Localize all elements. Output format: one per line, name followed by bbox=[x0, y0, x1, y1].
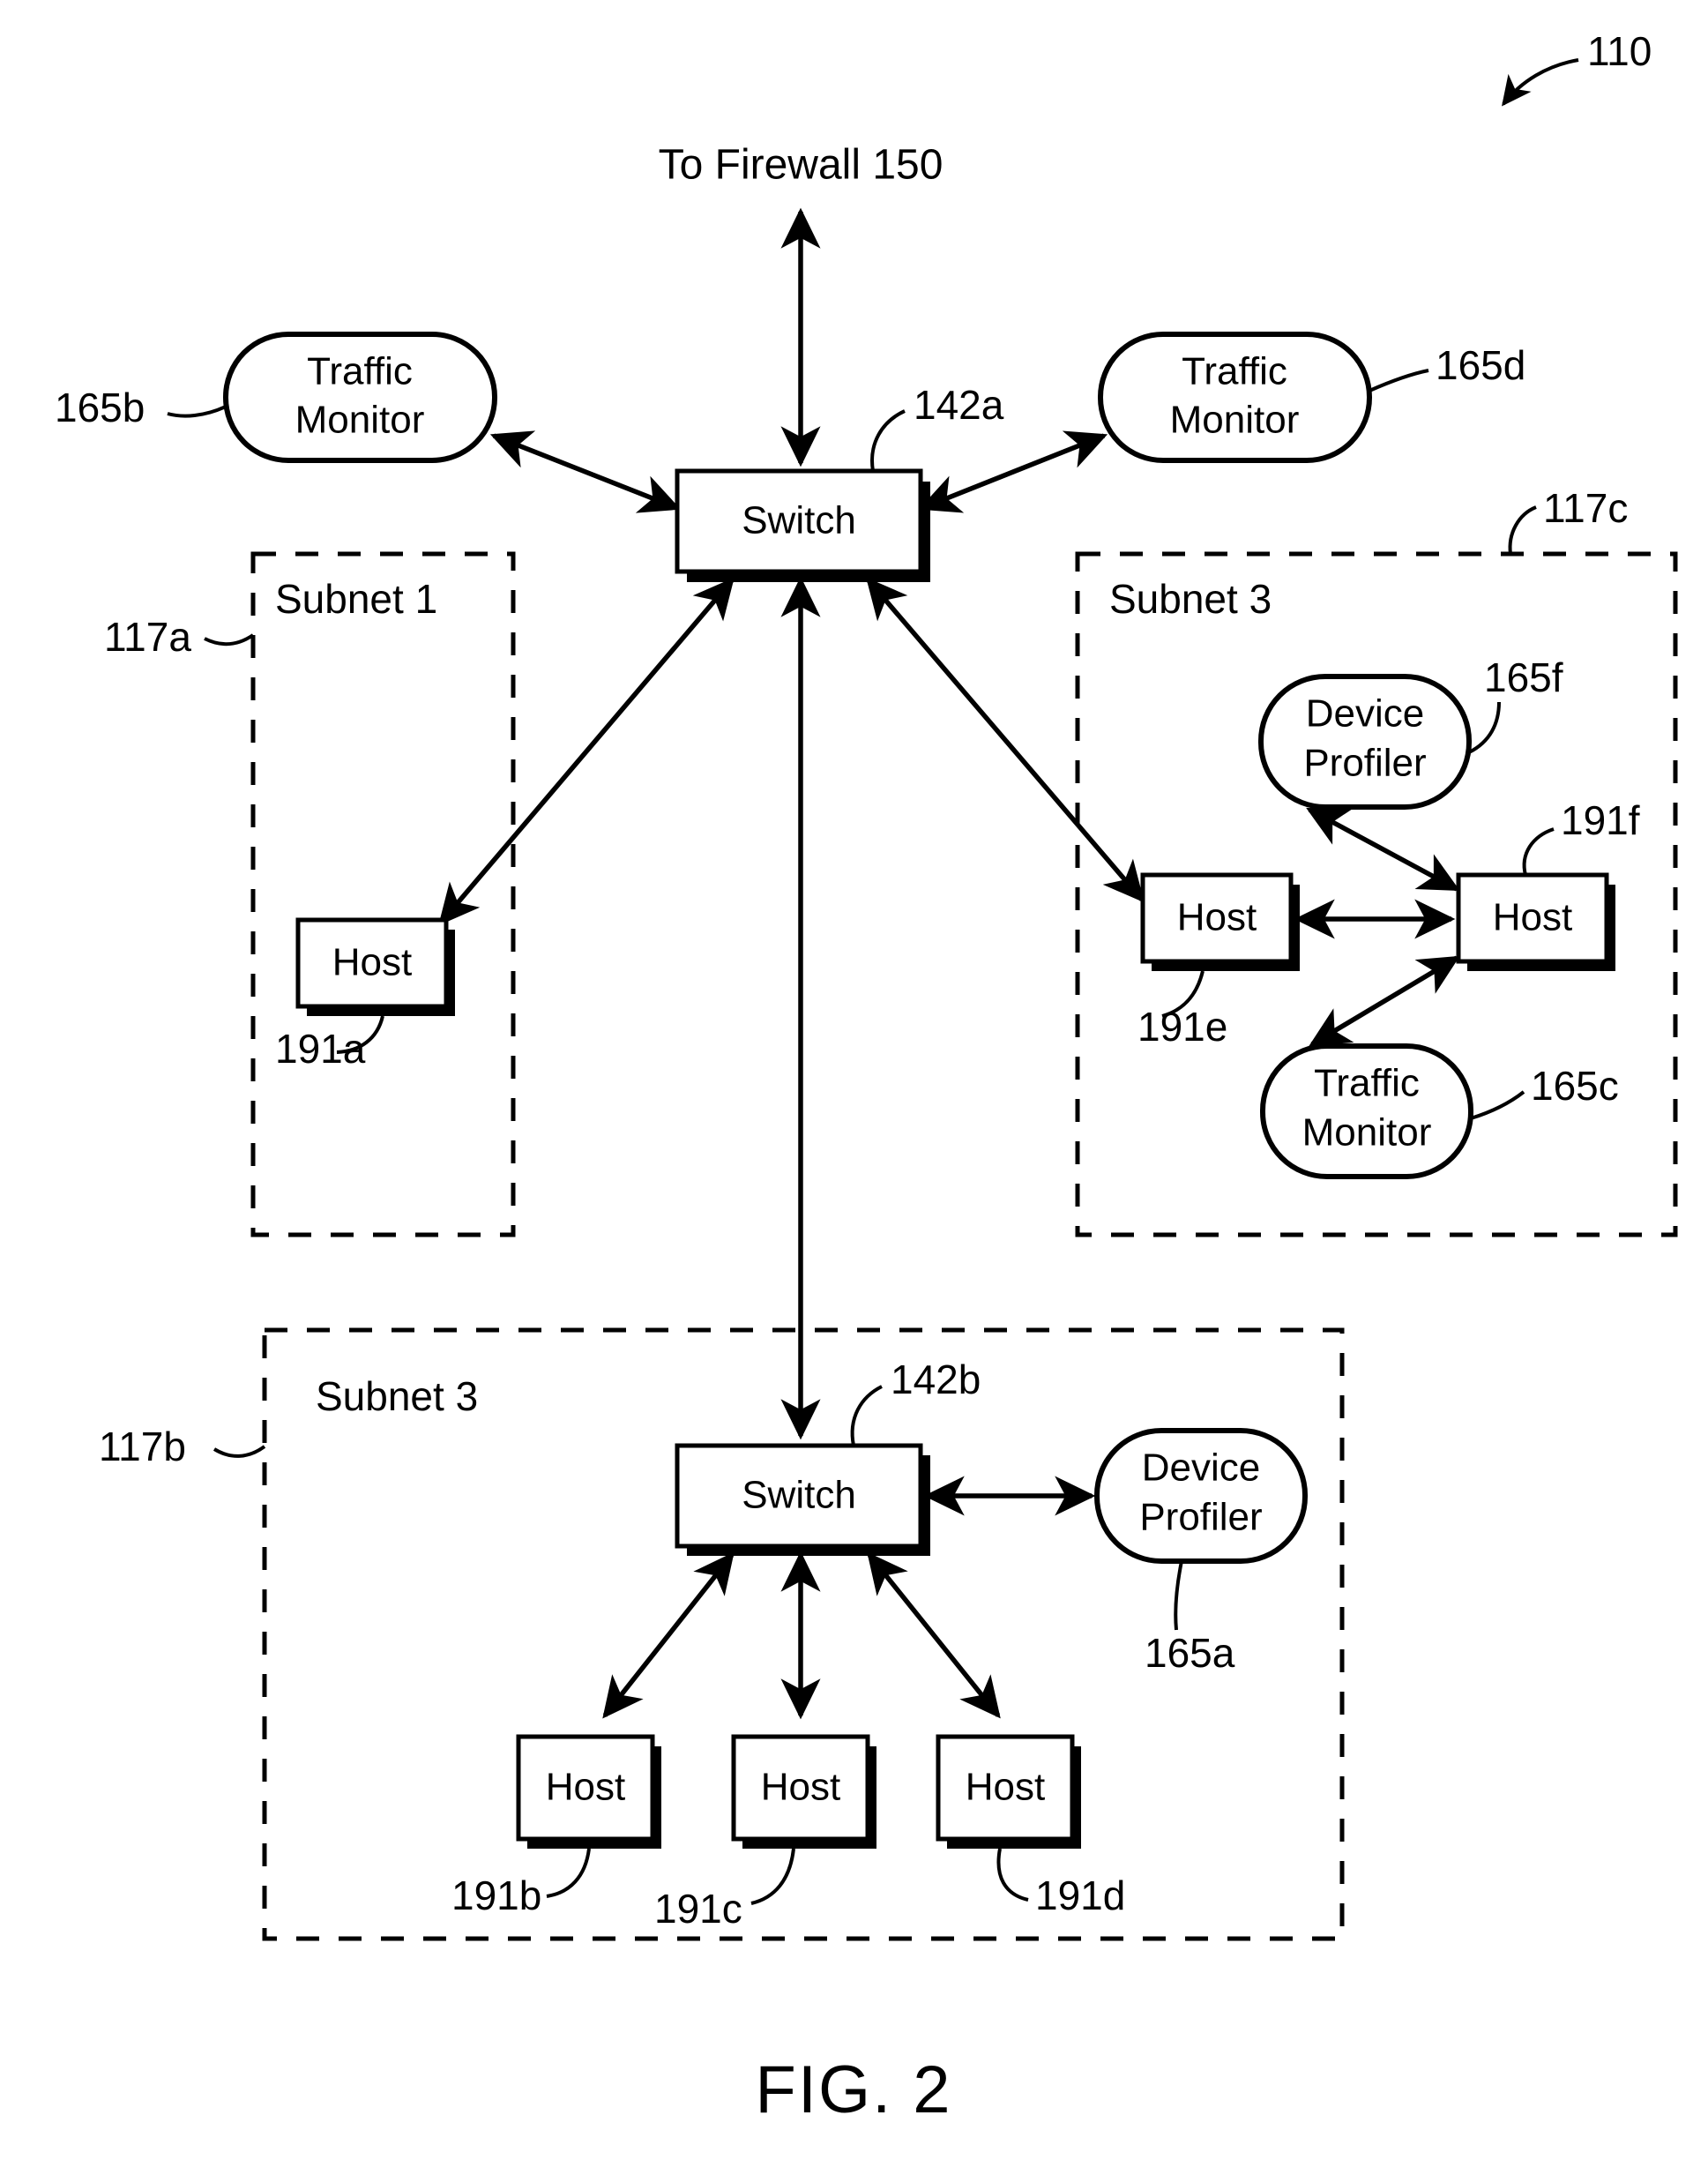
traffic-monitor-d-node[interactable]: Traffic Monitor 165d bbox=[1098, 332, 1525, 463]
device-profiler-a-label-line1: Device bbox=[1142, 1446, 1261, 1490]
switch-b-node[interactable]: Switch 142b bbox=[675, 1357, 981, 1556]
device-profiler-a-node[interactable]: Device Profiler 165a bbox=[1094, 1428, 1308, 1676]
host-c-label: Host bbox=[761, 1766, 840, 1809]
traffic-monitor-c-ref-leader bbox=[1470, 1090, 1525, 1120]
connector-switch-a-to-traffic-monitor-b bbox=[489, 430, 682, 513]
traffic-monitor-b-node[interactable]: Traffic Monitor 165b bbox=[55, 332, 497, 463]
host-f-ref-leader bbox=[1522, 827, 1555, 876]
subnet-right-ref: 117c bbox=[1543, 485, 1628, 531]
host-e-ref: 191e bbox=[1137, 1004, 1227, 1050]
traffic-monitor-c-ref: 165c bbox=[1531, 1063, 1619, 1109]
host-c-ref-leader bbox=[750, 1848, 795, 1905]
switch-a-label: Switch bbox=[742, 499, 856, 542]
host-a-ref: 191a bbox=[275, 1026, 366, 1072]
connector-switch-a-to-traffic-monitor-d bbox=[918, 430, 1108, 513]
subnet-bottom-title: Subnet 3 bbox=[316, 1373, 478, 1419]
switch-b-ref: 142b bbox=[891, 1357, 981, 1402]
traffic-monitor-c-label-line1: Traffic bbox=[1314, 1062, 1420, 1105]
traffic-monitor-c-label-line2: Monitor bbox=[1302, 1111, 1432, 1155]
host-e-node[interactable]: Host 191e bbox=[1137, 872, 1300, 1050]
traffic-monitor-b-ref: 165b bbox=[55, 385, 145, 430]
to-firewall-label: To Firewall 150 bbox=[659, 142, 944, 189]
subnet-left-ref-leader bbox=[204, 633, 255, 647]
device-profiler-f-ref: 165f bbox=[1484, 654, 1563, 700]
subnet-bottom-ref-leader bbox=[213, 1445, 266, 1458]
connector-traffic-monitor-c-to-host-f bbox=[1309, 955, 1460, 1047]
figure-caption: FIG. 2 bbox=[755, 2052, 951, 2127]
switch-b-ref-leader bbox=[850, 1385, 883, 1446]
host-d-ref-leader bbox=[996, 1848, 1029, 1902]
patent-figure: 110 To Firewall 150 Subnet 1 117a Subnet… bbox=[0, 0, 1708, 2175]
traffic-monitor-b-label-line2: Monitor bbox=[295, 399, 425, 442]
subnet-left-title: Subnet 1 bbox=[275, 576, 437, 622]
host-f-ref: 191f bbox=[1561, 797, 1640, 843]
connector-device-profiler-f-to-host-f bbox=[1306, 807, 1460, 892]
device-profiler-f-ref-leader bbox=[1468, 701, 1501, 754]
system-reference-callout: 110 bbox=[1502, 28, 1652, 107]
host-d-label: Host bbox=[966, 1766, 1045, 1809]
traffic-monitor-b-ref-leader bbox=[167, 405, 227, 418]
subnet-right-title: Subnet 3 bbox=[1109, 576, 1272, 622]
traffic-monitor-d-ref-leader bbox=[1369, 369, 1429, 392]
subnet-right-ref-leader bbox=[1508, 505, 1537, 555]
connector-switch-a-to-host-e bbox=[866, 577, 1145, 903]
switch-a-ref: 142a bbox=[914, 382, 1004, 428]
host-a-label: Host bbox=[332, 941, 412, 984]
device-profiler-a-ref: 165a bbox=[1145, 1630, 1235, 1676]
device-profiler-f-label-line1: Device bbox=[1306, 692, 1425, 736]
system-ref-leader bbox=[1502, 58, 1579, 107]
subnet-bottom-ref: 117b bbox=[99, 1424, 186, 1469]
subnet-left-ref: 117a bbox=[104, 614, 191, 660]
device-profiler-a-label-line2: Profiler bbox=[1139, 1496, 1262, 1539]
connector-switch-a-to-host-a bbox=[438, 577, 735, 926]
system-ref-label: 110 bbox=[1587, 28, 1652, 74]
traffic-monitor-c-node[interactable]: Traffic Monitor 165c bbox=[1260, 1043, 1619, 1179]
device-profiler-f-node[interactable]: Device Profiler 165f bbox=[1258, 654, 1563, 810]
figure-canvas: 110 To Firewall 150 Subnet 1 117a Subnet… bbox=[55, 28, 1678, 2127]
host-e-label: Host bbox=[1177, 896, 1257, 939]
host-f-label: Host bbox=[1493, 896, 1572, 939]
switch-a-node[interactable]: Switch 142a bbox=[675, 382, 1004, 582]
subnet-left-boundary bbox=[250, 551, 516, 1237]
host-f-node[interactable]: Host 191f bbox=[1456, 797, 1640, 971]
host-d-node[interactable]: Host 191d bbox=[936, 1734, 1125, 1918]
traffic-monitor-b-label-line1: Traffic bbox=[307, 350, 413, 393]
host-b-ref: 191b bbox=[451, 1872, 541, 1918]
host-c-node[interactable]: Host 191c bbox=[654, 1734, 876, 1932]
device-profiler-a-ref-leader bbox=[1174, 1560, 1183, 1631]
traffic-monitor-d-label-line2: Monitor bbox=[1170, 399, 1300, 442]
host-b-label: Host bbox=[546, 1766, 625, 1809]
switch-b-label: Switch bbox=[742, 1474, 856, 1517]
connector-switch-b-to-host-d bbox=[867, 1551, 1001, 1719]
host-c-ref: 191c bbox=[654, 1886, 742, 1932]
host-b-node[interactable]: Host 191b bbox=[451, 1734, 661, 1918]
host-b-ref-leader bbox=[546, 1848, 591, 1898]
host-d-ref: 191d bbox=[1035, 1872, 1125, 1918]
device-profiler-f-label-line2: Profiler bbox=[1303, 742, 1426, 785]
traffic-monitor-d-ref: 165d bbox=[1436, 342, 1525, 388]
connector-switch-b-to-host-b bbox=[602, 1551, 735, 1719]
host-a-node[interactable]: Host 191a bbox=[275, 917, 455, 1072]
traffic-monitor-d-label-line1: Traffic bbox=[1182, 350, 1287, 393]
switch-a-ref-leader bbox=[870, 409, 906, 472]
subnet-left-group: Subnet 1 117a bbox=[104, 551, 516, 1237]
